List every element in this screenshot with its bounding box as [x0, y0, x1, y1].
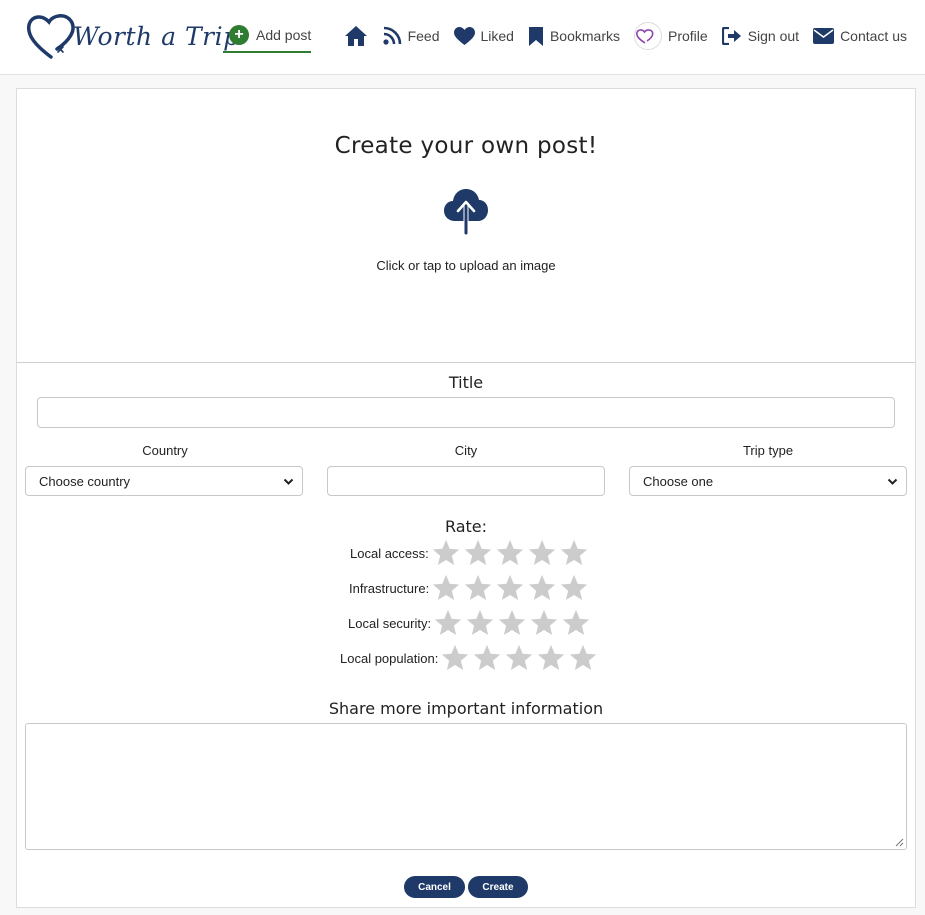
chevron-down-icon [887, 478, 898, 485]
star-icon[interactable] [440, 643, 470, 673]
upload-hint: Click or tap to upload an image [376, 258, 556, 273]
brand-name: Worth a Trip [73, 21, 240, 51]
avatar [634, 22, 662, 50]
envelope-icon [813, 28, 835, 44]
star-icon[interactable] [527, 573, 557, 603]
star-icon[interactable] [431, 573, 461, 603]
nav-profile-label: Profile [668, 28, 708, 44]
rating-label: Local population: [340, 650, 439, 666]
image-upload-area[interactable]: Create your own post! Click or tap to up… [17, 89, 915, 363]
cancel-button[interactable]: Cancel [404, 876, 465, 898]
cloud-upload-icon [444, 189, 488, 236]
heart-icon [453, 26, 475, 45]
nav-home[interactable] [344, 25, 368, 47]
page-title: Create your own post! [334, 133, 598, 159]
rating-label: Local security: [348, 615, 432, 631]
nav-contact-label: Contact us [840, 28, 907, 44]
rating-label: Infrastructure: [349, 580, 430, 596]
nav-sign-out[interactable]: Sign out [721, 27, 800, 45]
chevron-down-icon [283, 478, 294, 485]
city-input[interactable] [327, 466, 605, 496]
info-heading: Share more important information [328, 699, 604, 718]
nav-feed-label: Feed [407, 28, 440, 44]
star-icon[interactable] [536, 643, 566, 673]
bookmark-icon [528, 26, 543, 46]
nav-contact[interactable]: Contact us [813, 28, 907, 44]
info-textarea[interactable] [25, 723, 907, 850]
star-icon[interactable] [561, 608, 591, 638]
rating-label: Local access: [350, 545, 429, 561]
home-icon [344, 26, 367, 46]
trip-type-select[interactable]: Choose one [629, 466, 907, 496]
star-icon[interactable] [527, 538, 557, 568]
rating-infrastructure: Infrastructure: [349, 573, 591, 603]
rating-local-access: Local access: [350, 538, 591, 568]
nav-liked[interactable]: Liked [453, 26, 514, 46]
country-select[interactable]: Choose country [25, 466, 303, 496]
star-icon[interactable] [504, 643, 534, 673]
nav-feed[interactable]: Feed [382, 26, 440, 46]
star-icon[interactable] [433, 608, 463, 638]
star-icon[interactable] [559, 573, 589, 603]
star-rating [431, 573, 591, 603]
rss-icon [382, 26, 401, 45]
nav-bookmarks[interactable]: Bookmarks [528, 26, 620, 47]
resize-grip-icon[interactable] [895, 838, 904, 847]
star-icon[interactable] [568, 643, 598, 673]
title-input[interactable] [37, 397, 895, 428]
country-selected-value: Choose country [39, 473, 131, 489]
create-button[interactable]: Create [468, 876, 528, 898]
star-icon[interactable] [529, 608, 559, 638]
rate-heading: Rate: [444, 517, 488, 536]
star-rating [431, 538, 591, 568]
title-label: Title [448, 373, 484, 392]
trip-type-selected-value: Choose one [643, 473, 714, 489]
star-icon[interactable] [559, 538, 589, 568]
plus-circle-icon: + [229, 24, 249, 45]
navbar: Worth a Trip + Add post Feed Liked Bookm… [0, 0, 925, 75]
sign-out-icon [721, 27, 741, 45]
star-icon[interactable] [495, 538, 525, 568]
country-label: Country [142, 443, 188, 458]
star-icon[interactable] [497, 608, 527, 638]
add-post-link[interactable]: + Add post [223, 22, 312, 53]
nav-profile[interactable]: Profile [634, 22, 708, 50]
nav-sign-out-label: Sign out [747, 28, 800, 44]
create-post-card: Create your own post! Click or tap to up… [16, 88, 916, 908]
trip-type-label: Trip type [742, 443, 794, 458]
star-icon[interactable] [465, 608, 495, 638]
star-icon[interactable] [495, 573, 525, 603]
brand-logo[interactable]: Worth a Trip [25, 11, 239, 61]
rating-local-security: Local security: [348, 608, 593, 638]
nav-links: Feed Liked Bookmarks Profile Sign out Co… [330, 20, 907, 52]
star-icon[interactable] [463, 538, 493, 568]
star-icon[interactable] [431, 538, 461, 568]
heart-logo-icon [26, 14, 75, 59]
rating-local-population: Local population: [340, 643, 600, 673]
star-rating [440, 643, 600, 673]
star-rating [433, 608, 593, 638]
star-icon[interactable] [463, 573, 493, 603]
avatar-heart-icon [636, 29, 654, 44]
star-icon[interactable] [472, 643, 502, 673]
nav-bookmarks-label: Bookmarks [549, 28, 620, 44]
add-post-label: Add post [256, 26, 312, 43]
city-label: City [454, 443, 478, 458]
nav-liked-label: Liked [480, 28, 514, 44]
